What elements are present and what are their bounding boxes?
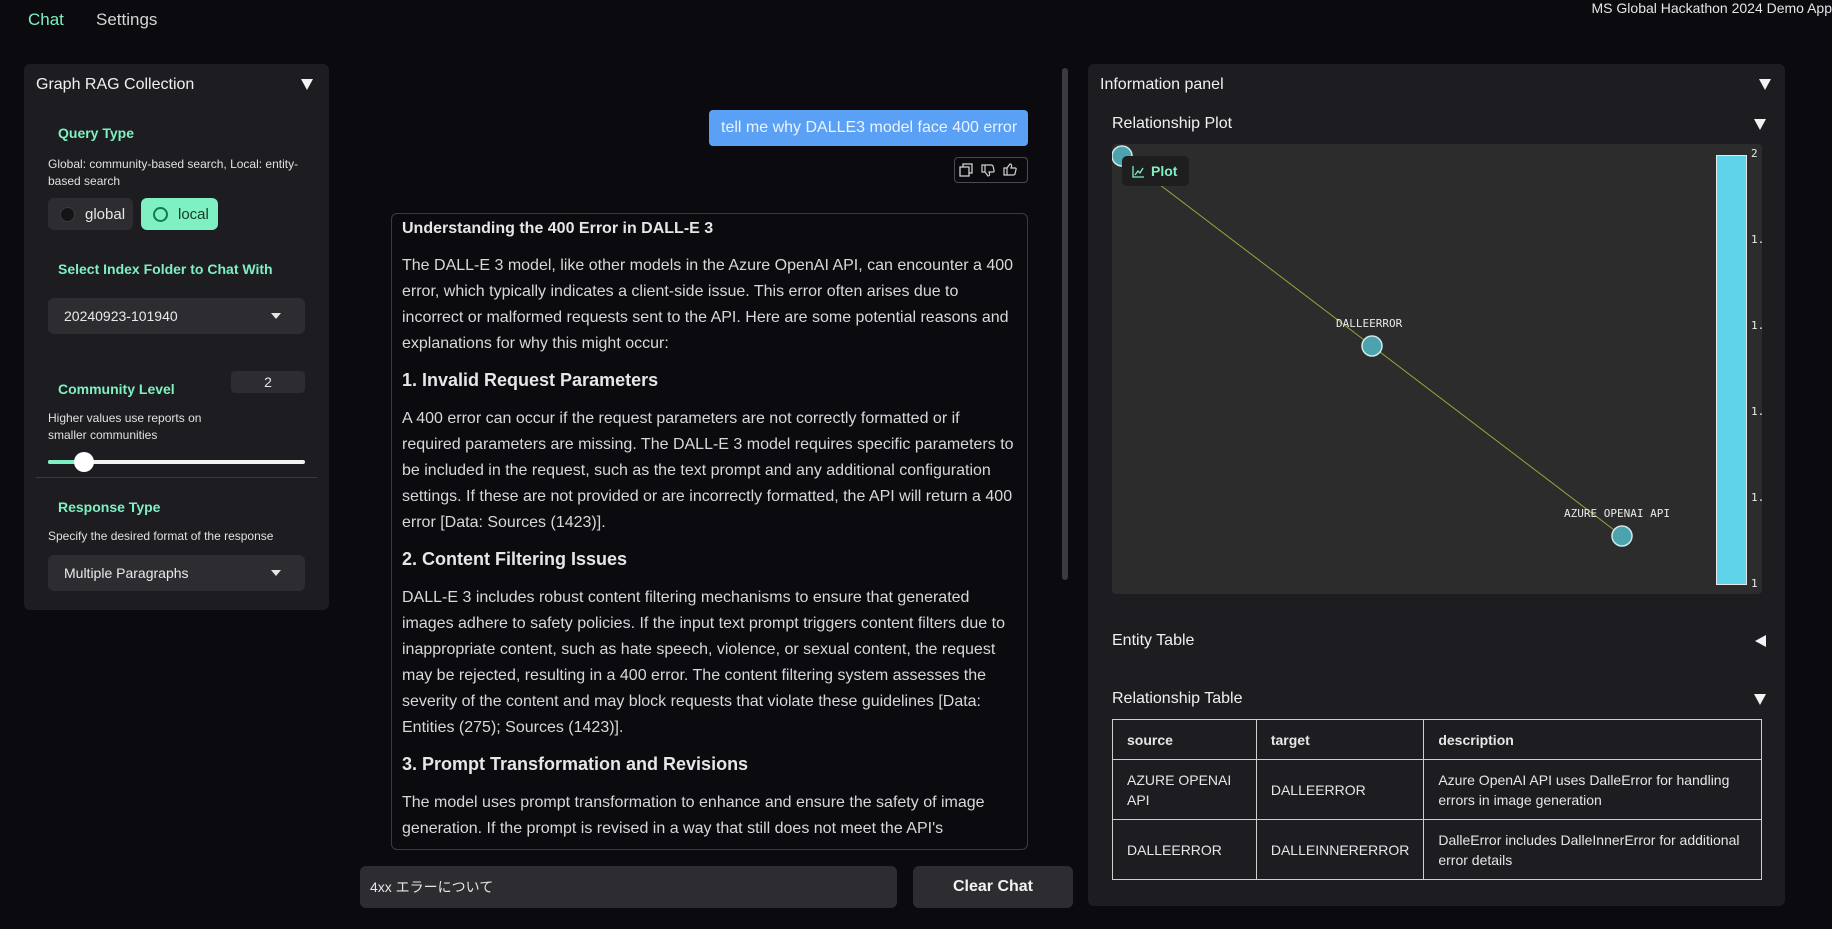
- panel-title: Graph RAG Collection: [36, 76, 195, 93]
- radio-global[interactable]: global: [48, 198, 133, 230]
- colorbar-tick: 1.: [1751, 319, 1762, 332]
- response-type-help: Specify the desired format of the respon…: [48, 529, 274, 543]
- column-header[interactable]: description: [1423, 719, 1762, 760]
- collapse-icon[interactable]: [301, 79, 313, 90]
- plot-button-label: Plot: [1151, 163, 1178, 179]
- chart-icon: [1132, 165, 1144, 178]
- node-label: AZURE OPENAI API: [1564, 507, 1670, 520]
- table-cell: DALLEERROR: [1255, 759, 1425, 820]
- chevron-down-icon: [271, 570, 281, 576]
- plot-button[interactable]: Plot: [1122, 156, 1189, 186]
- answer-intro: The DALL-E 3 model, like other models in…: [402, 257, 1014, 352]
- graph-node-azure-openai-api[interactable]: [1611, 525, 1633, 547]
- query-type-label: Query Type: [58, 125, 134, 141]
- message-actions: [954, 157, 1028, 183]
- table-header-row: source target description: [1112, 719, 1762, 760]
- graph-rag-collection-panel: Graph RAG Collection Query Type Global: …: [24, 64, 329, 610]
- index-folder-label: Select Index Folder to Chat With: [58, 261, 273, 277]
- user-message-bubble: tell me why DALLE3 model face 400 error: [709, 110, 1028, 146]
- collapse-icon[interactable]: [1754, 119, 1766, 130]
- community-level-slider-thumb[interactable]: [74, 452, 94, 472]
- table-cell: AZURE OPENAI API: [1112, 759, 1257, 820]
- thumbs-down-icon[interactable]: [977, 159, 999, 181]
- thumbs-up-icon[interactable]: [999, 159, 1021, 181]
- collapse-icon[interactable]: [1759, 79, 1771, 90]
- table-row: DALLEERROR DALLEINNERERROR DalleError in…: [1112, 819, 1762, 880]
- response-type-select[interactable]: Multiple Paragraphs: [48, 555, 305, 591]
- relationship-graph: [1112, 145, 1633, 547]
- column-header[interactable]: target: [1255, 719, 1425, 760]
- app-title: MS Global Hackathon 2024 Demo App: [1591, 0, 1832, 16]
- radio-dot-icon: [153, 206, 168, 222]
- radio-global-label: global: [85, 205, 126, 223]
- community-level-label: Community Level: [58, 381, 175, 397]
- radio-local[interactable]: local: [141, 198, 218, 230]
- expand-icon[interactable]: [1755, 635, 1766, 647]
- table-cell: Azure OpenAI API uses DalleError for han…: [1423, 759, 1762, 820]
- table-cell: DALLEERROR: [1112, 819, 1257, 880]
- divider: [36, 477, 317, 478]
- community-level-help: Higher values use reports on smaller com…: [48, 411, 202, 442]
- relationship-plot[interactable]: DALLEERROR AZURE OPENAI API Plot 2 1. 1.…: [1112, 144, 1762, 594]
- community-level-input[interactable]: 2: [231, 371, 305, 393]
- colorbar-tick: 1: [1751, 577, 1758, 590]
- colorbar-tick: 1.: [1751, 491, 1762, 504]
- collapse-icon[interactable]: [1754, 694, 1766, 705]
- relationship-plot-title: Relationship Plot: [1112, 115, 1233, 132]
- answer-section-body: The model uses prompt transformation to …: [402, 794, 985, 837]
- answer-section-body: DALL-E 3 includes robust content filteri…: [402, 589, 1005, 736]
- radio-dot-icon: [60, 206, 75, 222]
- graph-node-dalleerror[interactable]: [1361, 335, 1383, 357]
- table-row: AZURE OPENAI API DALLEERROR Azure OpenAI…: [1112, 759, 1762, 820]
- chat-scrollbar[interactable]: [1062, 68, 1068, 580]
- answer-title: Understanding the 400 Error in DALL-E 3: [402, 220, 714, 237]
- chevron-down-icon: [271, 313, 281, 319]
- entity-table-title: Entity Table: [1112, 632, 1195, 649]
- tab-chat[interactable]: Chat: [28, 10, 64, 30]
- answer-section-heading: 2. Content Filtering Issues: [402, 549, 628, 569]
- colorbar-tick: 2: [1751, 147, 1758, 160]
- relationship-table: source target description AZURE OPENAI A…: [1112, 719, 1762, 880]
- info-panel-title: Information panel: [1100, 76, 1224, 93]
- chat-input-value: 4xx エラーについて: [370, 879, 494, 895]
- clear-chat-button[interactable]: Clear Chat: [913, 866, 1073, 908]
- column-header[interactable]: source: [1112, 719, 1257, 760]
- answer-section-body: A 400 error can occur if the request par…: [402, 410, 1014, 531]
- relationship-table-title: Relationship Table: [1112, 690, 1243, 707]
- node-label: DALLEERROR: [1336, 317, 1403, 330]
- radio-local-label: local: [178, 205, 209, 223]
- response-type-label: Response Type: [58, 499, 161, 515]
- table-cell: DalleError includes DalleInnerError for …: [1423, 819, 1762, 880]
- copy-icon[interactable]: [955, 159, 977, 181]
- colorbar: [1716, 155, 1747, 585]
- index-folder-select[interactable]: 20240923-101940: [48, 298, 305, 334]
- answer-section-heading: 1. Invalid Request Parameters: [402, 370, 659, 390]
- assistant-answer: Understanding the 400 Error in DALL-E 3 …: [391, 213, 1028, 850]
- colorbar-tick: 1.: [1751, 233, 1762, 246]
- table-cell: DALLEINNERERROR: [1255, 819, 1425, 880]
- index-folder-value: 20240923-101940: [64, 308, 178, 324]
- tab-settings[interactable]: Settings: [96, 10, 157, 30]
- answer-section-heading: 3. Prompt Transformation and Revisions: [402, 754, 749, 774]
- top-nav: Chat Settings MS Global Hackathon 2024 D…: [0, 0, 1832, 40]
- chat-input[interactable]: 4xx エラーについて: [360, 866, 897, 908]
- response-type-value: Multiple Paragraphs: [64, 565, 189, 581]
- query-type-help: Global: community-based search, Local: e…: [48, 157, 299, 188]
- colorbar-tick: 1.: [1751, 405, 1762, 418]
